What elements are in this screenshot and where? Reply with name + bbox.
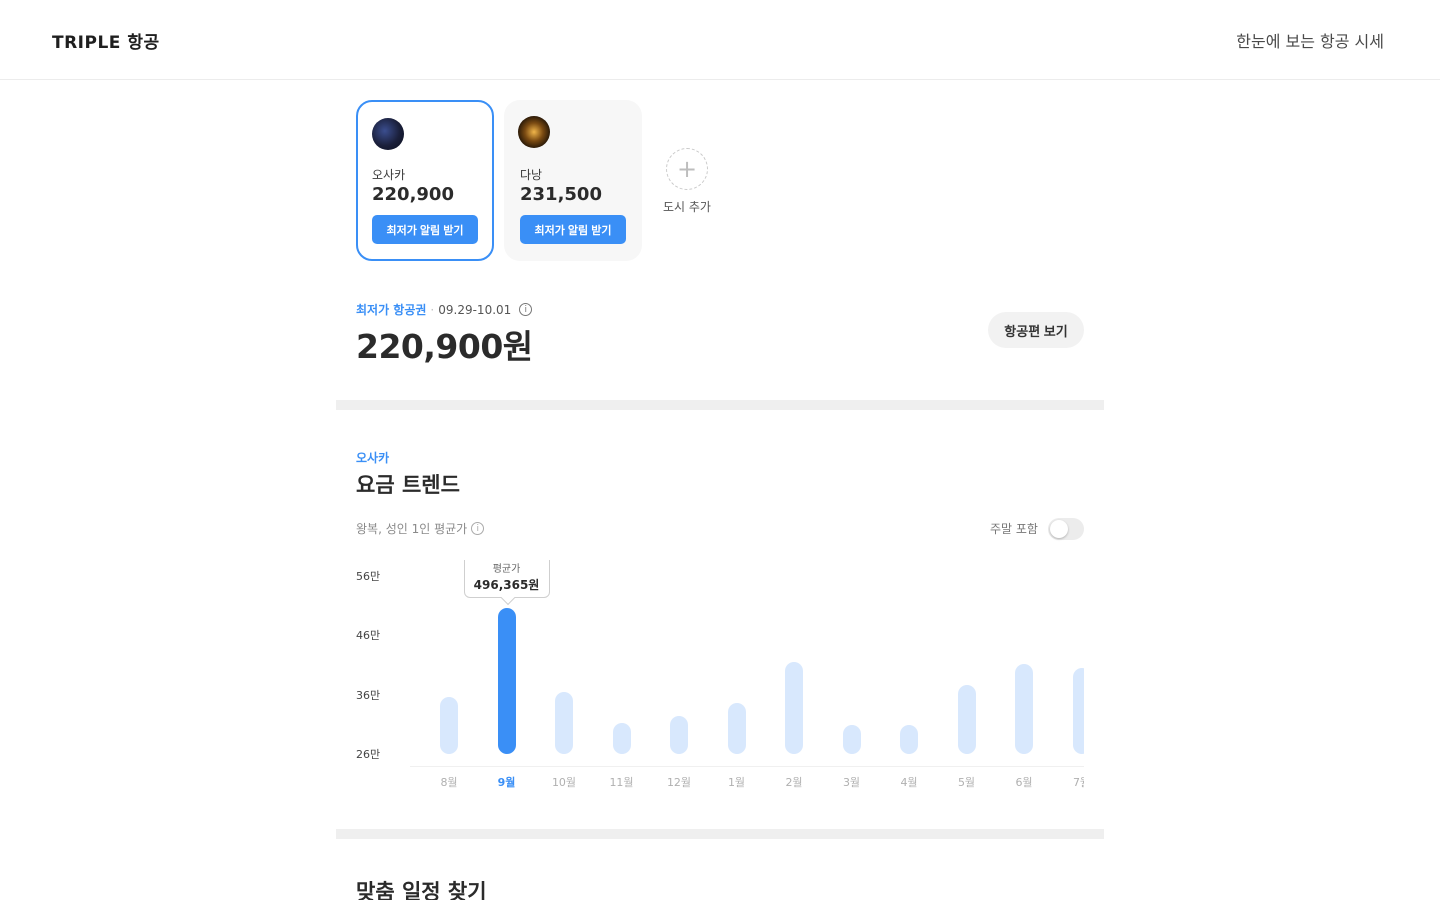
- city-name: 오사카: [372, 168, 406, 182]
- info-icon[interactable]: i: [519, 303, 533, 316]
- tooltip-value: 496,365원: [473, 577, 540, 592]
- info-icon[interactable]: i: [471, 522, 485, 535]
- view-flights-button[interactable]: 항공편 보기: [988, 312, 1084, 348]
- lowest-fare-price: 220,900원: [356, 327, 533, 366]
- app-logo[interactable]: TRIPLE 항공: [52, 28, 160, 53]
- city-avatar: [372, 118, 404, 150]
- tooltip-label: 평균가: [492, 563, 521, 575]
- x-tick-label[interactable]: 3월: [832, 774, 872, 790]
- y-tick-label: 56만: [356, 570, 381, 583]
- chart-bar[interactable]: [1072, 667, 1084, 754]
- chart-bar[interactable]: [1015, 663, 1033, 754]
- x-tick-label[interactable]: 5월: [947, 774, 987, 790]
- x-tick-label[interactable]: 7월: [1062, 774, 1084, 790]
- city-card-osaka[interactable]: 오사카 220,900 최저가 알림 받기: [356, 100, 494, 261]
- chart-bar[interactable]: [440, 696, 458, 754]
- chart-bar[interactable]: [727, 702, 746, 754]
- chart-bar[interactable]: [957, 685, 976, 754]
- plus-icon[interactable]: +: [666, 148, 708, 190]
- fare-trend-chart: 56만 46만 36만 26만 8월 9월 평균가 496,365원 10월 11월 12월 1월 2월…: [356, 560, 1084, 800]
- section-divider: [336, 829, 1104, 839]
- city-card-danang[interactable]: 다낭 231,500 최저가 알림 받기: [504, 100, 642, 261]
- chart-bar[interactable]: [497, 607, 516, 754]
- chart-bar[interactable]: [785, 661, 803, 754]
- separator-dot: ·: [430, 302, 435, 317]
- x-tick-label[interactable]: 2월: [774, 774, 814, 790]
- x-tick-label[interactable]: 9월: [487, 774, 527, 790]
- city-price: 220,900: [372, 184, 454, 205]
- x-tick-label[interactable]: 12월: [659, 774, 699, 790]
- trend-subtitle: 왕복, 성인 1인 평균가 i: [356, 520, 485, 537]
- trend-city: 오사카: [356, 451, 390, 465]
- price-alert-button[interactable]: 최저가 알림 받기: [372, 215, 478, 244]
- x-tick-label[interactable]: 6월: [1004, 774, 1044, 790]
- schedule-title: 맞춤 일정 찾기: [356, 880, 487, 900]
- x-tick-label[interactable]: 10월: [544, 774, 584, 790]
- lowest-fare-meta: 최저가 항공권 · 09.29-10.01 i: [356, 301, 533, 318]
- lowest-fare-dates: 09.29-10.01: [438, 302, 512, 317]
- chart-bar[interactable]: [900, 724, 918, 754]
- price-alert-button[interactable]: 최저가 알림 받기: [520, 215, 626, 244]
- chart-bar[interactable]: [842, 725, 861, 754]
- chart-bar[interactable]: [670, 715, 688, 754]
- trend-title: 요금 트렌드: [356, 473, 460, 497]
- price-overview-link[interactable]: 한눈에 보는 항공 시세: [1236, 28, 1384, 52]
- city-price: 231,500: [520, 184, 602, 205]
- toggle-knob: [1050, 520, 1068, 538]
- chart-tooltip: 평균가 496,365원: [463, 560, 550, 598]
- city-name: 다낭: [520, 168, 543, 182]
- x-tick-label[interactable]: 8월: [429, 774, 469, 790]
- weekend-toggle-label: 주말 포함: [990, 522, 1038, 536]
- x-tick-label[interactable]: 1월: [717, 774, 757, 790]
- weekend-toggle[interactable]: [1048, 518, 1084, 540]
- y-tick-label: 36만: [356, 688, 381, 702]
- chart-baseline: [410, 766, 1084, 767]
- x-tick-label[interactable]: 11월: [602, 774, 642, 790]
- y-tick-label: 26만: [356, 748, 381, 761]
- trend-subtitle-text: 왕복, 성인 1인 평균가: [356, 522, 468, 536]
- chart-bar[interactable]: [612, 723, 631, 754]
- app-header: TRIPLE 항공 한눈에 보는 항공 시세: [0, 0, 1440, 80]
- lowest-fare-tag: 최저가 항공권: [356, 303, 427, 317]
- section-divider: [336, 400, 1104, 410]
- city-avatar: [518, 116, 550, 148]
- chart-bar[interactable]: [555, 691, 573, 754]
- add-city-label: 도시 추가: [663, 200, 711, 214]
- x-tick-label[interactable]: 4월: [889, 774, 929, 790]
- add-city-button[interactable]: + 도시 추가: [662, 148, 712, 215]
- y-tick-label: 46만: [356, 629, 381, 643]
